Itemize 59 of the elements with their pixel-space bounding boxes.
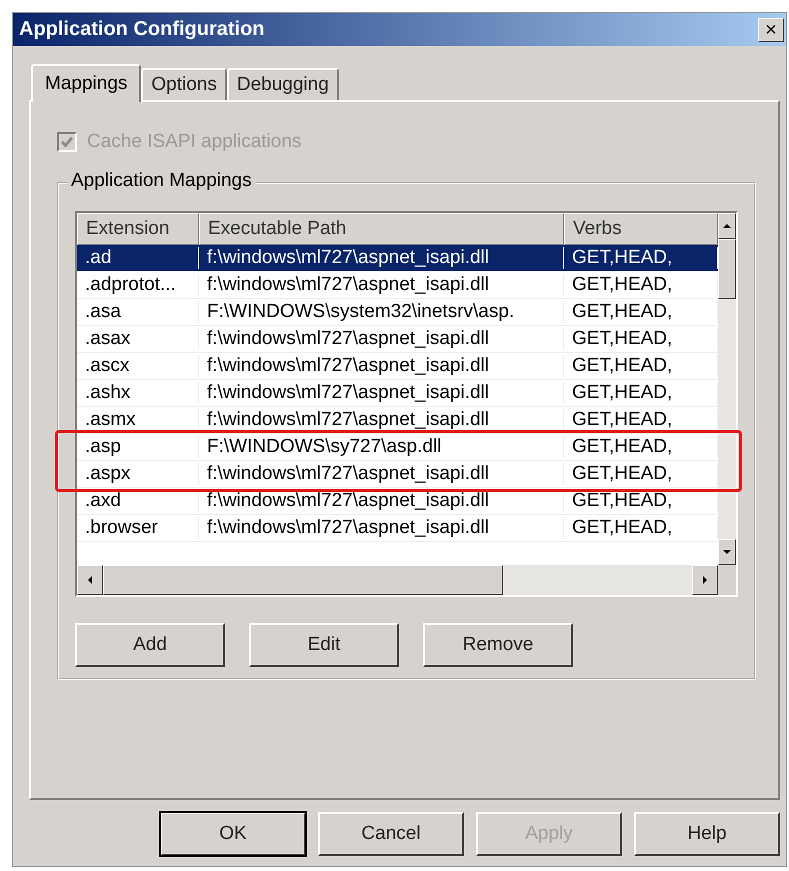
table-row[interactable]: .ad f:\windows\ml727\aspnet_isapi.dll GET,HEAD, [77,245,718,272]
table-cell: .browser [77,517,199,539]
close-button[interactable]: × [758,18,784,42]
table-row[interactable]: .aspx f:\windows\ml727\aspnet_isapi.dll GET,HEAD, [77,461,718,488]
column-header[interactable]: Verbs [564,213,718,245]
table-cell: f:\windows\ml727\aspnet_isapi.dll [199,274,564,296]
table-row[interactable]: .ascx f:\windows\ml727\aspnet_isapi.dll GET,HEAD, [77,353,718,380]
table-cell: f:\windows\ml727\aspnet_isapi.dll [199,463,564,485]
table-row[interactable]: .asax f:\windows\ml727\aspnet_isapi.dll GET,HEAD, [77,326,718,353]
table-cell: f:\windows\ml727\aspnet_isapi.dll [199,328,564,350]
table-cell: .asp [77,436,199,458]
table-cell: .asmx [77,409,199,431]
table-cell: f:\windows\ml727\aspnet_isapi.dll [199,382,564,404]
tab[interactable]: Options [141,68,227,100]
group-title: Application Mappings [67,170,256,192]
table-cell: f:\windows\ml727\aspnet_isapi.dll [199,490,564,512]
table-cell: .ascx [77,355,199,377]
column-header[interactable]: Extension [77,213,199,245]
table-cell: .asa [77,301,199,323]
table-cell: f:\windows\ml727\aspnet_isapi.dll [199,355,564,377]
check-icon [60,135,74,149]
table-cell: f:\windows\ml727\aspnet_isapi.dll [199,409,564,431]
table-cell: .asax [77,328,199,350]
scroll-left-icon[interactable] [77,565,103,595]
table-cell: .ad [77,247,199,269]
tab[interactable]: Debugging [226,68,339,100]
table-row[interactable]: .asa F:\WINDOWS\system32\inetsrv\asp. GET,HEAD, [77,299,718,326]
dialog-button[interactable]: Cancel [318,812,464,856]
checkbox-label: Cache ISAPI applications [87,131,302,153]
scroll-thumb[interactable] [718,239,736,299]
scrollbar-corner [718,565,736,595]
scroll-right-icon[interactable] [692,565,718,595]
table-row[interactable]: .browser f:\windows\ml727\aspnet_isapi.dll GET,HEAD, [77,515,718,542]
window-title: Application Configuration [19,18,265,41]
table-cell: .aspx [77,463,199,485]
table-cell: F:\WINDOWS\system32\inetsrv\asp. [199,301,564,323]
table-row[interactable]: .ashx f:\windows\ml727\aspnet_isapi.dll GET,HEAD, [77,380,718,407]
table-cell: .axd [77,490,199,512]
table-row[interactable]: .axd f:\windows\ml727\aspnet_isapi.dll GET,HEAD, [77,488,718,515]
table-cell: .ashx [77,382,199,404]
table-row[interactable]: .asmx f:\windows\ml727\aspnet_isapi.dll GET,HEAD, [77,407,718,434]
table-row[interactable]: .asp F:\WINDOWS\sy727\asp.dll GET,HEAD, [77,434,718,461]
tab[interactable]: Mappings [31,64,142,102]
table-cell: .adprotot... [77,274,199,296]
table-cell: f:\windows\ml727\aspnet_isapi.dll [199,517,564,539]
vertical-scrollbar[interactable] [718,213,736,595]
dialog-button[interactable]: Help [634,812,780,856]
horizontal-scrollbar[interactable] [77,565,718,595]
list-button[interactable]: Edit [249,623,399,667]
list-button[interactable]: Remove [423,623,573,667]
list-button[interactable]: Add [75,623,225,667]
table-row[interactable]: .adprotot... f:\windows\ml727\aspnet_isapi.dll GET,HEAD, [77,272,718,299]
scroll-up-icon[interactable] [718,213,736,239]
column-header[interactable]: Executable Path [199,213,564,245]
scroll-thumb[interactable] [103,565,503,595]
table-cell: f:\windows\ml727\aspnet_isapi.dll [199,247,564,269]
dialog-button[interactable]: OK [160,812,306,856]
scroll-down-icon[interactable] [718,539,736,565]
table-cell: F:\WINDOWS\sy727\asp.dll [199,436,564,458]
